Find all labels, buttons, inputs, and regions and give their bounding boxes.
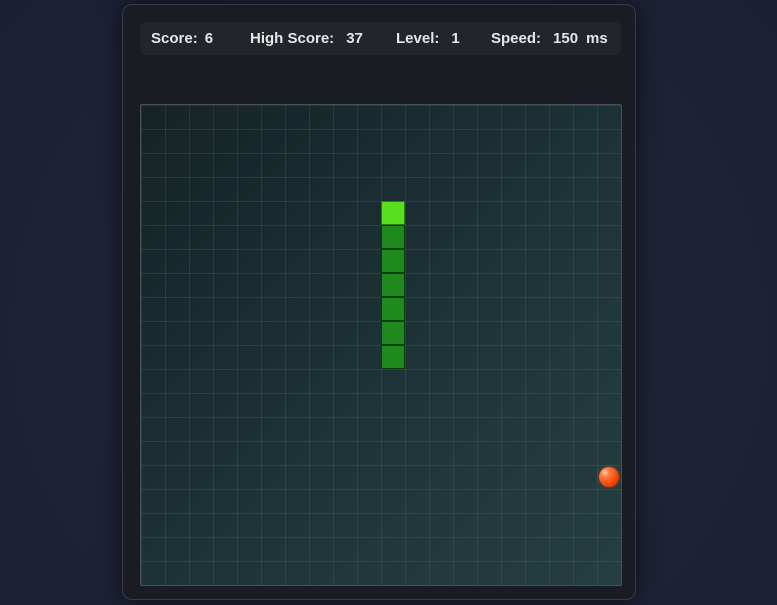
snake-body-segment: [381, 321, 405, 345]
snake-body-segment: [381, 297, 405, 321]
level-value: 1: [451, 30, 460, 47]
high-score-value: 37: [346, 30, 363, 47]
snake-body-segment: [381, 249, 405, 273]
score-stat: Score: 6: [151, 30, 213, 47]
snake-body-segment: [381, 273, 405, 297]
score-value: 6: [204, 30, 214, 47]
level-stat: Level: 1: [396, 30, 460, 47]
game-board[interactable]: [140, 104, 622, 586]
speed-value: 150: [553, 30, 579, 47]
speed-label: Speed:: [491, 30, 542, 47]
food-apple-icon: [599, 467, 619, 487]
snake-body-segment: [381, 345, 405, 369]
score-label: Score:: [151, 30, 198, 47]
level-label: Level:: [396, 30, 440, 47]
stats-bar: Score: 6 High Score: 37 Level: 1 Speed: 150 m…: [140, 22, 621, 55]
game-panel: Score: 6 High Score: 37 Level: 1 Speed: 150 m…: [122, 4, 636, 600]
speed-unit: ms: [586, 30, 608, 47]
snake-body-segment: [381, 225, 405, 249]
high-score-label: High Score:: [250, 30, 335, 47]
speed-stat: Speed: 150 ms: [491, 30, 608, 47]
snake-head: [381, 201, 405, 225]
high-score-stat: High Score: 37: [250, 30, 363, 47]
